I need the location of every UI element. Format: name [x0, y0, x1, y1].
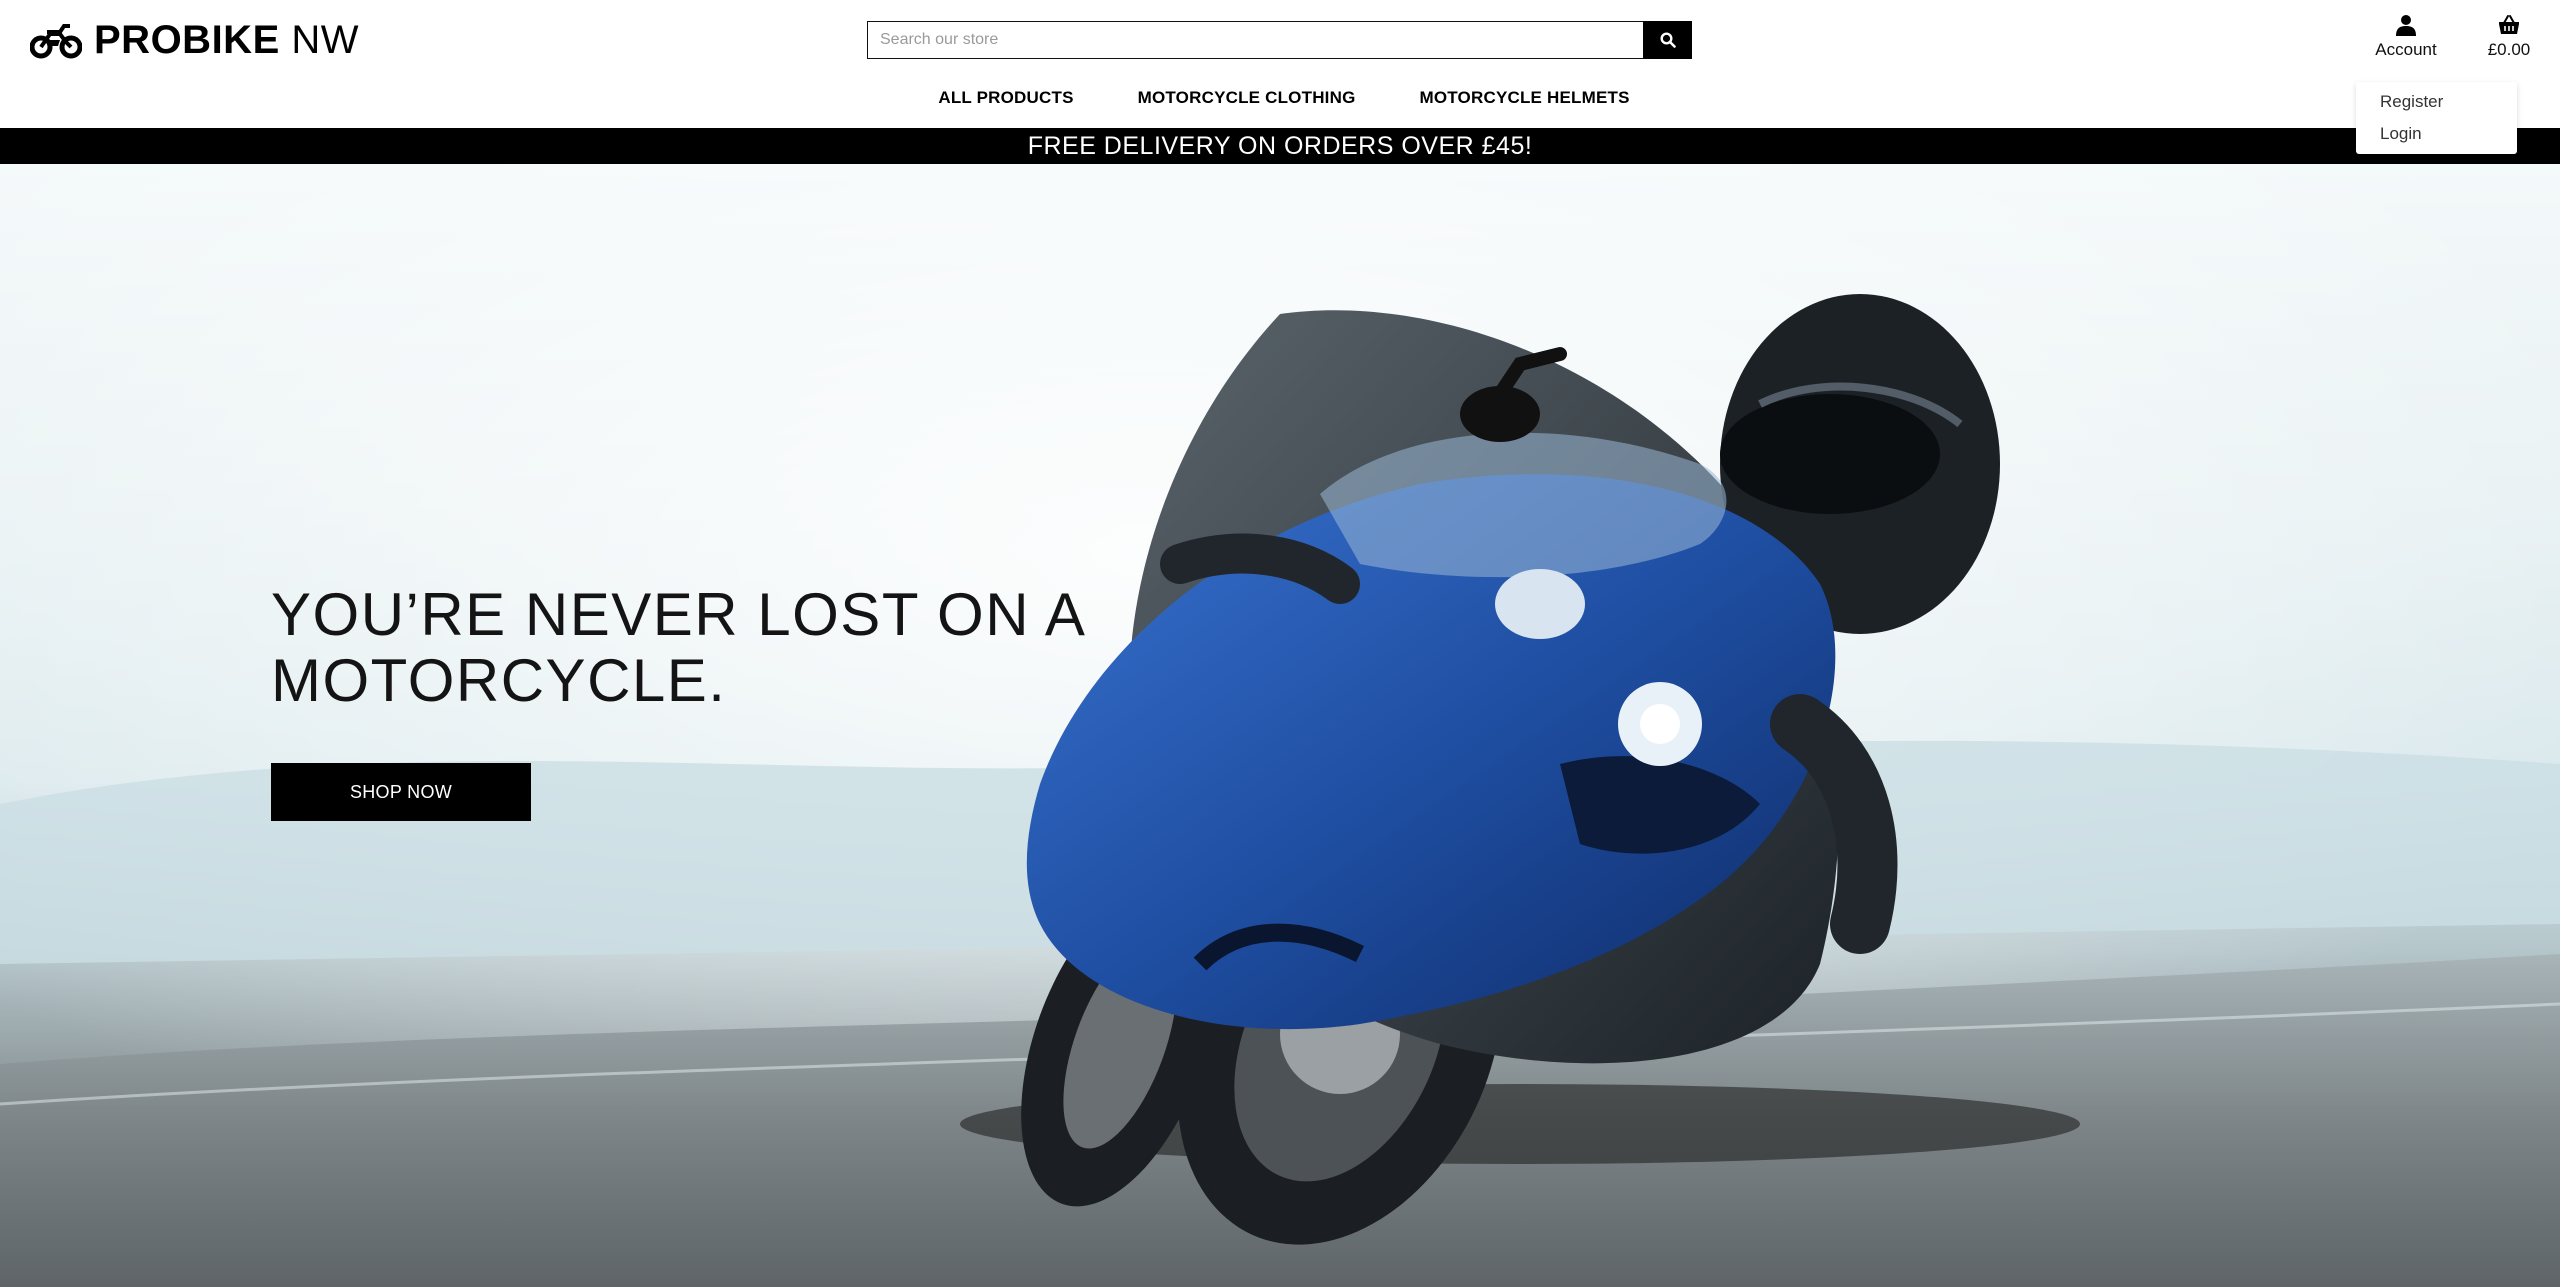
search-input[interactable]	[867, 21, 1643, 59]
search-button[interactable]	[1643, 21, 1692, 59]
hero-image	[0, 164, 2560, 1287]
hero-banner: YOU’RE NEVER LOST ON A MOTORCYCLE. SHOP …	[0, 164, 2560, 1287]
search-icon	[1659, 32, 1676, 48]
basket-icon	[2499, 15, 2519, 34]
register-link[interactable]: Register	[2356, 86, 2517, 118]
cart-total: £0.00	[2487, 40, 2531, 59]
hero-headline-line-1: YOU’RE NEVER LOST ON A	[271, 581, 1087, 648]
nav-item-motorcycle-clothing[interactable]: MOTORCYCLE CLOTHING	[1138, 88, 1356, 108]
brand-name-light: NW	[291, 17, 360, 62]
promo-text: FREE DELIVERY ON ORDERS OVER £45!	[1027, 132, 1533, 160]
motorcycle-icon	[30, 24, 82, 59]
nav-item-motorcycle-helmets[interactable]: MOTORCYCLE HELMETS	[1420, 88, 1630, 108]
main-nav: ALL PRODUCTS MOTORCYCLE CLOTHING MOTORCY…	[0, 88, 2560, 108]
promo-banner: FREE DELIVERY ON ORDERS OVER £45!	[0, 128, 2560, 164]
login-link[interactable]: Login	[2356, 118, 2517, 150]
brand-name: PROBIKE NW	[94, 18, 359, 63]
hero-headline: YOU’RE NEVER LOST ON A MOTORCYCLE.	[271, 582, 1171, 714]
site-logo[interactable]: PROBIKE NW	[30, 16, 359, 64]
site-header: PROBIKE NW Account £0.00 ALL PRODUCTS MO…	[0, 0, 2560, 128]
nav-item-all-products[interactable]: ALL PRODUCTS	[938, 88, 1073, 108]
hero-headline-line-2: MOTORCYCLE.	[271, 647, 727, 714]
search-form	[867, 21, 1692, 59]
account-button[interactable]: Account	[2368, 14, 2444, 60]
user-icon	[2396, 15, 2416, 36]
shop-now-button[interactable]: SHOP NOW	[271, 763, 531, 821]
account-label: Account	[2375, 40, 2437, 59]
account-dropdown: Register Login	[2356, 82, 2517, 154]
brand-name-bold: PROBIKE	[94, 17, 280, 62]
cart-button[interactable]: £0.00	[2478, 14, 2540, 60]
